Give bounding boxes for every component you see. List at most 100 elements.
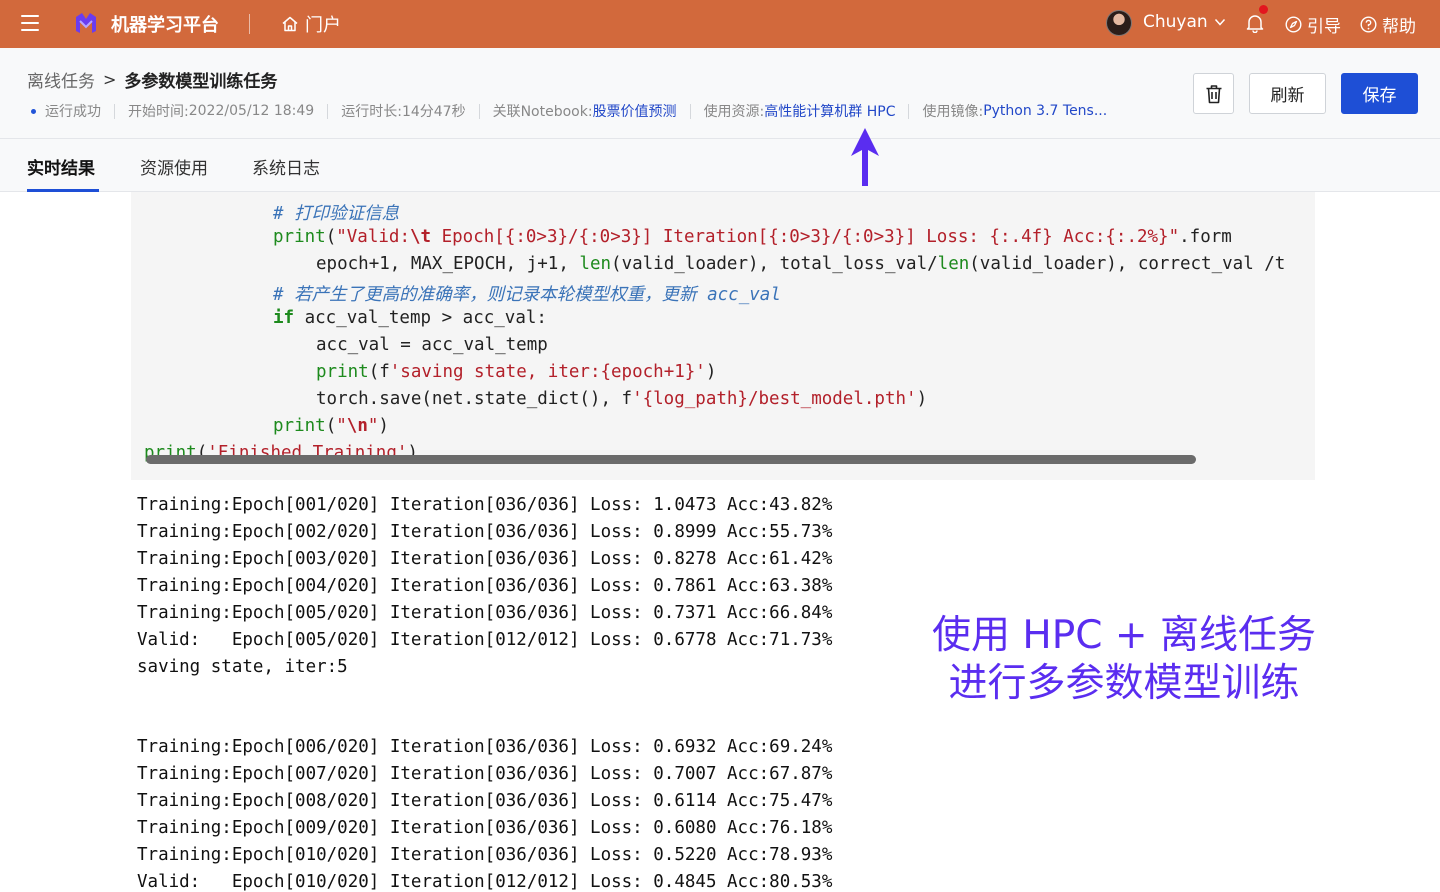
annotation-line: 使用 HPC + 离线任务 (932, 613, 1316, 658)
trash-icon (1206, 84, 1221, 103)
code-line: print(f'saving state, iter:{epoch+1}') (316, 362, 716, 382)
code-text: (valid_loader), total_loss_val/ (611, 254, 938, 274)
code-text: +1, MAX_EPOCH, j (368, 254, 538, 274)
code-text: acc_val = acc_val_temp (316, 335, 548, 355)
meta-divider (908, 103, 910, 119)
code-builtin: len (579, 254, 612, 274)
code-escape: \n (346, 416, 368, 436)
tab-realtime-results[interactable]: 实时结果 (27, 154, 95, 179)
output-line: Training:Epoch[005/020] Iteration[036/03… (137, 603, 833, 623)
code-builtin: print (273, 416, 326, 436)
code-horizontal-scrollbar[interactable] (146, 455, 1196, 464)
chevron-down-icon (1214, 18, 1225, 26)
code-builtin: print (273, 227, 326, 247)
resource-link[interactable]: 高性能计算机群 HPC (764, 101, 895, 121)
annotation-line: 进行多参数模型训练 (948, 661, 1300, 706)
code-comment: # 若产生了更高的准确率，则记录本轮模型权重，更新 acc_val (273, 285, 781, 305)
notebook-label: 关联Notebook: (492, 104, 593, 120)
duration-label: 运行时长: (341, 104, 402, 120)
code-string: " (336, 416, 347, 436)
output-line: Training:Epoch[006/020] Iteration[036/03… (137, 737, 833, 757)
app-title[interactable]: 机器学习平台 (111, 11, 219, 37)
output-line: Training:Epoch[008/020] Iteration[036/03… (137, 791, 833, 811)
breadcrumb: 离线任务 > 多参数模型训练任务 (27, 67, 277, 92)
code-escape: \t (410, 227, 432, 247)
output-line: Training:Epoch[010/020] Iteration[036/03… (137, 845, 833, 865)
code-line: print("\n") (273, 416, 389, 436)
user-menu[interactable]: Chuyan (1143, 12, 1226, 32)
output-line: Training:Epoch[007/020] Iteration[036/03… (137, 764, 833, 784)
notification-bell-icon[interactable] (1246, 13, 1264, 33)
output-line: Training:Epoch[004/020] Iteration[036/03… (137, 576, 833, 596)
help-label: 帮助 (1382, 17, 1416, 37)
tab-system-logs[interactable]: 系统日志 (252, 154, 320, 179)
home-icon (282, 16, 298, 32)
code-line: torch.save(net.state_dict(), f'{log_path… (316, 389, 927, 409)
start-time-label: 开始时间: (128, 104, 189, 120)
question-circle-icon (1360, 16, 1377, 33)
user-avatar[interactable] (1106, 10, 1132, 36)
guide-label: 引导 (1307, 17, 1341, 37)
code-text: torch.save(net.state_dict(), f (316, 389, 633, 409)
image-label: 使用镜像: (922, 104, 984, 120)
code-keyword: if (273, 308, 295, 328)
code-text: ( (325, 227, 337, 247)
code-line: # 若产生了更高的准确率，则记录本轮模型权重，更新 acc_val (273, 281, 781, 306)
code-line: # 打印验证信息 (273, 200, 399, 225)
code-line: epoch+1, MAX_EPOCH, j+1, len(valid_loade… (316, 254, 1303, 274)
code-text: +1, (537, 254, 580, 274)
guide-button[interactable]: 引导 (1285, 12, 1341, 37)
code-builtin: print (316, 362, 369, 382)
code-string: 'saving state, iter:{epoch+1}' (389, 362, 706, 382)
duration-value: 14分47秒 (401, 104, 466, 120)
save-button[interactable]: 保存 (1341, 73, 1418, 114)
code-string: "Valid: (336, 227, 410, 247)
code-string: '{log_path}/best_model.pth' (632, 389, 917, 409)
output-line: Training:Epoch[009/020] Iteration[036/03… (137, 818, 833, 838)
output-line: Training:Epoch[003/020] Iteration[036/03… (137, 549, 833, 569)
code-string: Epoch[{:0>3}/{:0>3}] Iteration[{:0>3}/{:… (431, 227, 1180, 247)
code-comment: # 打印验证信息 (273, 204, 400, 224)
image-link[interactable]: Python 3.7 Tens... (983, 103, 1107, 119)
platform-logo-icon (76, 13, 96, 33)
help-button[interactable]: 帮助 (1360, 12, 1416, 37)
annotation-callout: 使用 HPC + 离线任务 进行多参数模型训练 (920, 606, 1328, 716)
status-dot-icon (31, 108, 36, 114)
code-text: acc_val_temp > acc_val: (294, 308, 547, 328)
code-text: ) (705, 362, 717, 382)
start-time-value: 2022/05/12 18:49 (188, 103, 315, 119)
top-navigation-bar: 机器学习平台 门户 Chuyan 引导 帮助 (0, 0, 1440, 48)
active-tab-indicator (27, 189, 99, 192)
output-line: Training:Epoch[002/020] Iteration[036/03… (137, 522, 833, 542)
topbar-divider (249, 14, 250, 34)
output-line: Training:Epoch[001/020] Iteration[036/03… (137, 495, 833, 515)
hamburger-menu-icon[interactable] (21, 15, 39, 31)
output-line: saving state, iter:5 (137, 657, 348, 677)
code-text: (valid_loader), correct_val /t (969, 254, 1286, 274)
code-text: ( (325, 416, 337, 436)
annotation-arrow-up-icon (851, 128, 879, 186)
result-tabs: 实时结果 资源使用 系统日志 (0, 139, 1440, 192)
meta-divider (327, 103, 329, 119)
code-text: ) (916, 389, 928, 409)
task-header: 离线任务 > 多参数模型训练任务 运行成功 开始时间: 2022/05/12 1… (0, 48, 1440, 139)
page-title: 多参数模型训练任务 (124, 72, 278, 92)
breadcrumb-parent-link[interactable]: 离线任务 (27, 67, 95, 92)
tab-resource-usage[interactable]: 资源使用 (140, 154, 208, 179)
notebook-link[interactable]: 股票价值预测 (593, 101, 677, 121)
code-text: epoch (316, 254, 369, 274)
refresh-button[interactable]: 刷新 (1249, 73, 1326, 114)
code-line: if acc_val_temp > acc_val: (273, 308, 547, 328)
task-meta-info: 运行成功 开始时间: 2022/05/12 18:49 运行时长: 14分47秒… (31, 101, 1107, 121)
portal-link[interactable]: 门户 (281, 11, 341, 37)
code-line: acc_val = acc_val_temp (316, 335, 548, 355)
meta-divider (114, 103, 115, 119)
code-builtin: len (937, 254, 970, 274)
code-string: " (367, 416, 379, 436)
output-line: Valid: Epoch[010/020] Iteration[012/012]… (137, 872, 833, 892)
status-text: 运行成功 (45, 104, 101, 120)
delete-button[interactable] (1193, 73, 1234, 114)
portal-label: 门户 (305, 15, 341, 36)
notification-badge (1259, 5, 1268, 14)
meta-divider (478, 103, 480, 119)
